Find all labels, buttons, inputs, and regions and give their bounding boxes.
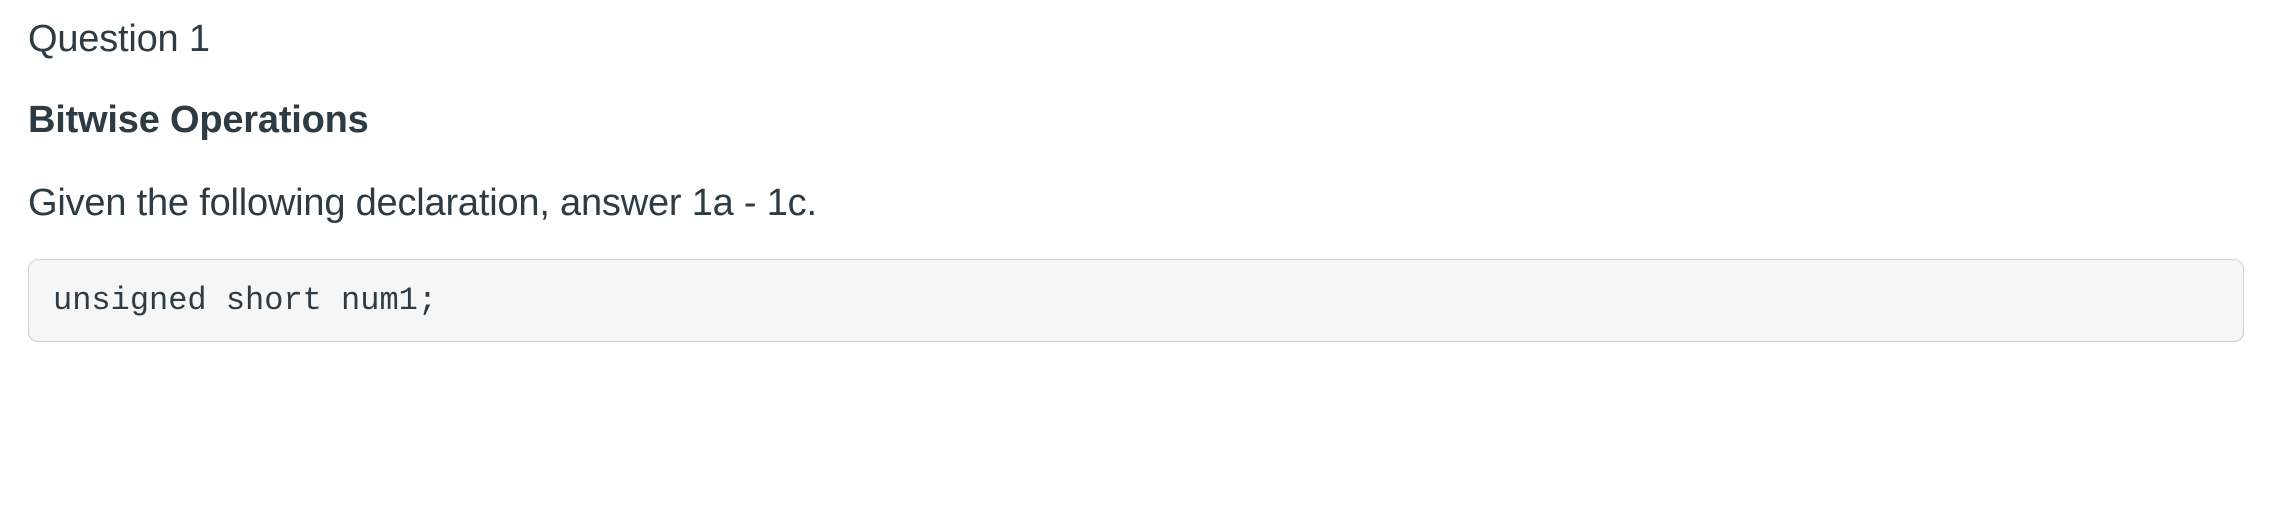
section-title: Bitwise Operations	[28, 99, 2244, 142]
question-number: Question 1	[28, 18, 2244, 61]
code-block: unsigned short num1;	[28, 259, 2244, 342]
question-prompt: Given the following declaration, answer …	[28, 182, 2244, 225]
